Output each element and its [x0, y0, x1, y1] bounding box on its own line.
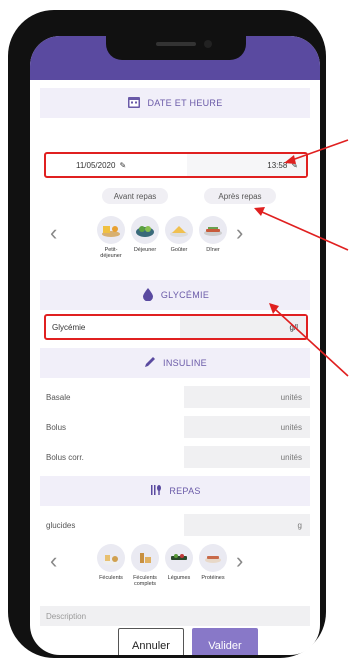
- glycemie-section-header: GLYCÉMIE: [40, 280, 310, 310]
- meal-label: Dîner: [206, 247, 220, 253]
- glycemie-section-title: GLYCÉMIE: [160, 290, 210, 300]
- after-meal-toggle[interactable]: Après repas: [204, 188, 276, 204]
- date-field[interactable]: 11/05/2020 ✎: [46, 161, 187, 170]
- basale-input[interactable]: unités: [184, 386, 310, 408]
- edit-icon: ✎: [119, 160, 127, 170]
- glycemie-row: Glycémie g/l: [44, 314, 308, 340]
- app-screen: DATE ET HEURE 11/05/2020 ✎ 13:58 ✎ Avant…: [30, 36, 320, 655]
- glucides-row: glucides g: [40, 514, 310, 536]
- meal-option-dinner[interactable]: Dîner: [198, 216, 228, 253]
- date-section-header: DATE ET HEURE: [40, 88, 310, 118]
- proteins-icon: [199, 544, 227, 572]
- meal-label: Petit- déjeuner: [100, 247, 122, 259]
- meal-label: Goûter: [170, 247, 188, 253]
- meal-option-lunch[interactable]: Déjeuner: [130, 216, 160, 253]
- meal-option-breakfast[interactable]: Petit- déjeuner: [96, 216, 126, 259]
- cancel-button[interactable]: Annuler: [118, 628, 184, 655]
- entry-form: DATE ET HEURE 11/05/2020 ✎ 13:58 ✎ Avant…: [40, 80, 310, 655]
- validate-button[interactable]: Valider: [192, 628, 258, 655]
- breakfast-icon: [97, 216, 125, 244]
- food-option-starch[interactable]: Féculents: [96, 544, 126, 581]
- food-next-chevron-icon[interactable]: ›: [236, 550, 243, 572]
- before-meal-toggle[interactable]: Avant repas: [102, 188, 168, 204]
- food-option-proteins[interactable]: Protéines: [198, 544, 228, 581]
- glucides-input[interactable]: g: [184, 514, 310, 536]
- food-label: Légumes: [167, 575, 191, 581]
- food-prev-chevron-icon[interactable]: ‹: [50, 550, 57, 572]
- bolus-unit: unités: [280, 422, 302, 432]
- snack-icon: [165, 216, 193, 244]
- meal-label: Déjeuner: [133, 247, 157, 253]
- time-field[interactable]: 13:58 ✎: [187, 154, 306, 176]
- bolus-corr-unit: unités: [280, 452, 302, 462]
- date-section-title: DATE ET HEURE: [147, 98, 223, 108]
- status-bar: [30, 36, 320, 80]
- meal-prev-chevron-icon[interactable]: ‹: [50, 222, 57, 244]
- repas-section-header: REPAS: [40, 476, 310, 506]
- insuline-section-header: INSULINE: [40, 348, 310, 378]
- datetime-row: 11/05/2020 ✎ 13:58 ✎: [44, 152, 308, 178]
- basale-unit: unités: [280, 392, 302, 402]
- pen-icon: [143, 355, 157, 371]
- food-option-vegetables[interactable]: Légumes: [164, 544, 194, 581]
- basale-label: Basale: [46, 392, 71, 402]
- date-value: 11/05/2020: [76, 160, 116, 170]
- bolus-row: Bolus unités: [40, 416, 310, 438]
- glycemie-unit: g/l: [289, 322, 298, 332]
- vegetables-icon: [165, 544, 193, 572]
- bolus-input[interactable]: unités: [184, 416, 310, 438]
- bolus-label: Bolus: [46, 422, 67, 432]
- bolus-corr-label: Bolus corr.: [46, 452, 84, 462]
- insuline-section-title: INSULINE: [163, 358, 207, 368]
- basale-row: Basale unités: [40, 386, 310, 408]
- phone-notch: [106, 36, 246, 60]
- glucides-unit: g: [297, 520, 302, 530]
- cutlery-icon: [149, 483, 163, 499]
- glucides-label: glucides: [46, 520, 76, 530]
- food-label: Féculents: [99, 575, 123, 581]
- starch-icon: [97, 544, 125, 572]
- speaker: [156, 42, 196, 46]
- wholegrain-icon: [131, 544, 159, 572]
- description-input[interactable]: Description: [40, 606, 310, 626]
- blood-drop-icon: [141, 287, 155, 303]
- repas-section-title: REPAS: [169, 486, 201, 496]
- dinner-icon: [199, 216, 227, 244]
- food-option-wholegrain[interactable]: Féculents complets: [130, 544, 160, 587]
- bolus-corr-row: Bolus corr. unités: [40, 446, 310, 468]
- food-label: Protéines: [201, 575, 225, 581]
- glycemie-input[interactable]: g/l: [180, 316, 306, 338]
- meal-next-chevron-icon[interactable]: ›: [236, 222, 243, 244]
- calendar-icon: [127, 95, 141, 111]
- glycemie-label: Glycémie: [52, 322, 86, 332]
- time-value: 13:58: [267, 160, 288, 170]
- food-label: Féculents complets: [133, 575, 157, 587]
- edit-icon: ✎: [291, 160, 298, 170]
- lunch-icon: [131, 216, 159, 244]
- bolus-corr-input[interactable]: unités: [184, 446, 310, 468]
- front-camera: [204, 40, 212, 48]
- meal-option-snack[interactable]: Goûter: [164, 216, 194, 253]
- phone-frame: DATE ET HEURE 11/05/2020 ✎ 13:58 ✎ Avant…: [8, 10, 326, 658]
